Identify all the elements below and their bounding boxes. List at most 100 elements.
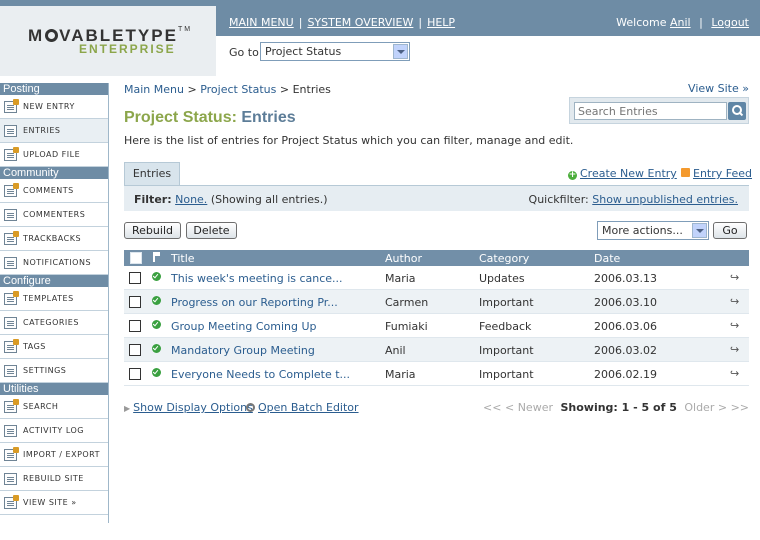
column-author[interactable]: Author (385, 252, 422, 265)
sidebar-item-categories[interactable]: CATEGORIES (0, 311, 108, 335)
sidebar-item-trackbacks[interactable]: TRACKBACKS (0, 227, 108, 251)
search-icon[interactable] (728, 102, 746, 120)
sidebar: Posting NEW ENTRY ENTRIES UPLOAD FILE Commun… (0, 83, 109, 523)
sidebar-item-templates[interactable]: TEMPLATES (0, 287, 108, 311)
sidebar-item-import-export[interactable]: IMPORT / EXPORT (0, 443, 108, 467)
entry-title-link[interactable]: This week's meeting is cance... (171, 272, 343, 285)
view-entry-icon[interactable]: ↪ (730, 368, 741, 379)
more-actions-select[interactable]: More actions... (597, 221, 709, 240)
view-site-icon (4, 495, 19, 509)
sidebar-item-settings[interactable]: SETTINGS (0, 359, 108, 383)
batch-editor[interactable]: Open Batch Editor (246, 401, 359, 414)
filter-none-link[interactable]: None. (175, 193, 207, 206)
pagination: << < Newer Showing: 1 - 5 of 5 Older > >… (483, 401, 749, 414)
entry-title-link[interactable]: Progress on our Reporting Pr... (171, 296, 338, 309)
gear-icon (246, 403, 255, 412)
search-input[interactable] (574, 102, 727, 120)
view-entry-icon[interactable]: ↪ (730, 272, 741, 283)
view-entry-icon[interactable]: ↪ (730, 320, 741, 331)
sidebar-item-label: SETTINGS (23, 366, 67, 375)
published-status-icon (152, 344, 161, 353)
entry-author: Anil (385, 344, 406, 357)
entry-title-link[interactable]: Group Meeting Coming Up (171, 320, 317, 333)
breadcrumb-project[interactable]: Project Status (200, 83, 276, 96)
nav-help[interactable]: HELP (427, 16, 455, 29)
display-options[interactable]: ▶ Show Display Options (124, 401, 253, 414)
categories-icon (4, 317, 17, 329)
view-entry-icon[interactable]: ↪ (730, 296, 741, 307)
sidebar-item-rebuild-site[interactable]: REBUILD SITE (0, 467, 108, 491)
row-checkbox[interactable] (129, 272, 141, 284)
tab-entries[interactable]: Entries (124, 162, 180, 185)
select-all-checkbox[interactable] (130, 252, 142, 264)
sidebar-item-notifications[interactable]: NOTIFICATIONS (0, 251, 108, 275)
sidebar-item-entries[interactable]: ENTRIES (0, 119, 108, 143)
sidebar-item-label: CATEGORIES (23, 318, 79, 327)
filter-status: Filter: None. (Showing all entries.) (134, 193, 328, 206)
column-date[interactable]: Date (594, 252, 620, 265)
row-checkbox[interactable] (129, 368, 141, 380)
last-page-link[interactable]: >> (731, 401, 749, 414)
nav-system-overview[interactable]: SYSTEM OVERVIEW (307, 16, 413, 29)
table-row: Everyone Needs to Complete t... Maria Impo… (124, 362, 749, 386)
sidebar-item-view-site[interactable]: VIEW SITE » (0, 491, 108, 515)
sidebar-item-activity-log[interactable]: ACTIVITY LOG (0, 419, 108, 443)
quickfilter: Quickfilter: Show unpublished entries. (528, 193, 738, 206)
column-category[interactable]: Category (479, 252, 529, 265)
sidebar-item-commenters[interactable]: COMMENTERS (0, 203, 108, 227)
sidebar-item-upload-file[interactable]: UPLOAD FILE (0, 143, 108, 167)
row-checkbox[interactable] (129, 344, 141, 356)
newer-link[interactable]: < Newer (505, 401, 553, 414)
column-title[interactable]: Title (171, 252, 195, 265)
chevron-down-icon[interactable] (692, 223, 707, 238)
sidebar-item-new-entry[interactable]: NEW ENTRY (0, 95, 108, 119)
rebuild-button[interactable]: Rebuild (124, 222, 181, 239)
search-icon (4, 399, 19, 413)
sidebar-item-comments[interactable]: COMMENTS (0, 179, 108, 203)
entry-title-link[interactable]: Everyone Needs to Complete t... (171, 368, 350, 381)
chevron-down-icon[interactable] (393, 44, 408, 59)
delete-button[interactable]: Delete (186, 222, 237, 239)
sidebar-item-tags[interactable]: TAGS (0, 335, 108, 359)
sidebar-item-label: ENTRIES (23, 126, 61, 135)
goto-blog-select[interactable]: Project Status (260, 42, 410, 61)
sidebar-item-label: REBUILD SITE (23, 474, 84, 483)
entry-category: Important (479, 296, 534, 309)
activity-log-icon (4, 425, 17, 437)
nav-main-menu[interactable]: MAIN MENU (229, 16, 294, 29)
table-row: Progress on our Reporting Pr... Carmen Imp… (124, 290, 749, 314)
entry-feed-link[interactable]: Entry Feed (681, 167, 752, 180)
sidebar-item-label: NOTIFICATIONS (23, 258, 92, 267)
welcome-area: Welcome Anil | Logout (616, 16, 749, 29)
sidebar-item-search[interactable]: SEARCH (0, 395, 108, 419)
row-checkbox[interactable] (129, 320, 141, 332)
view-entry-icon[interactable]: ↪ (730, 344, 741, 355)
user-link[interactable]: Anil (670, 16, 691, 29)
quickfilter-unpublished-link[interactable]: Show unpublished entries. (592, 193, 738, 206)
goto-select-value: Project Status (265, 45, 342, 58)
go-button[interactable]: Go (713, 222, 747, 239)
row-checkbox[interactable] (129, 296, 141, 308)
trackbacks-icon (4, 231, 19, 245)
older-link[interactable]: Older > (684, 401, 727, 414)
new-entry-icon (4, 99, 19, 113)
entry-category: Important (479, 344, 534, 357)
table-row: This week's meeting is cance... Maria Upda… (124, 266, 749, 290)
entry-date: 2006.03.13 (594, 272, 657, 285)
top-nav-links: MAIN MENU | SYSTEM OVERVIEW | HELP (229, 16, 456, 29)
breadcrumb-main-menu[interactable]: Main Menu (124, 83, 184, 96)
entry-title-link[interactable]: Mandatory Group Meeting (171, 344, 315, 357)
first-page-link[interactable]: << (483, 401, 501, 414)
page-title: Project Status: Entries (124, 109, 296, 126)
top-nav-bar: MAIN MENU | SYSTEM OVERVIEW | HELP Welcome A… (216, 6, 760, 36)
plus-icon: + (568, 170, 577, 180)
table-body: This week's meeting is cance... Maria Upda… (124, 266, 749, 386)
logo: M VABLETYPETM ENTERPRISE (0, 6, 216, 76)
logout-link[interactable]: Logout (711, 16, 749, 29)
entry-date: 2006.03.06 (594, 320, 657, 333)
sidebar-item-label: ACTIVITY LOG (23, 426, 84, 435)
create-new-entry-link[interactable]: + Create New Entry (568, 167, 677, 180)
view-site-link[interactable]: View Site » (688, 82, 749, 95)
settings-icon (4, 365, 17, 377)
entries-icon (4, 125, 17, 137)
